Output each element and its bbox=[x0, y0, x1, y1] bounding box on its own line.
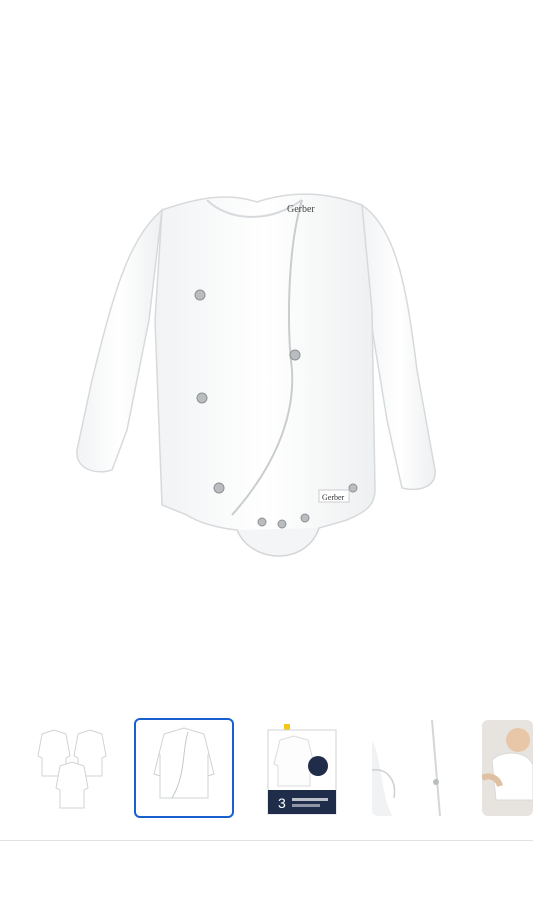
baby-wearing-onesie-thumbnail[interactable] bbox=[482, 720, 533, 816]
package-count: 3 bbox=[278, 795, 286, 811]
main-product-image[interactable]: Gerber Gerber bbox=[0, 90, 533, 690]
side-snap-onesie-thumbnail[interactable] bbox=[134, 718, 234, 818]
thumbnail-gallery: 3 bbox=[0, 716, 533, 822]
section-divider bbox=[0, 840, 533, 841]
brand-neck-label: Gerber bbox=[287, 204, 315, 215]
package-thumbnail[interactable]: 3 bbox=[256, 720, 352, 816]
side-snap-onesie-image: Gerber Gerber bbox=[75, 193, 436, 557]
three-onesies-thumbnail[interactable] bbox=[30, 720, 126, 816]
mitten-cuff-closeup-thumbnail[interactable] bbox=[372, 720, 468, 816]
brand-side-tag: Gerber bbox=[322, 493, 345, 502]
